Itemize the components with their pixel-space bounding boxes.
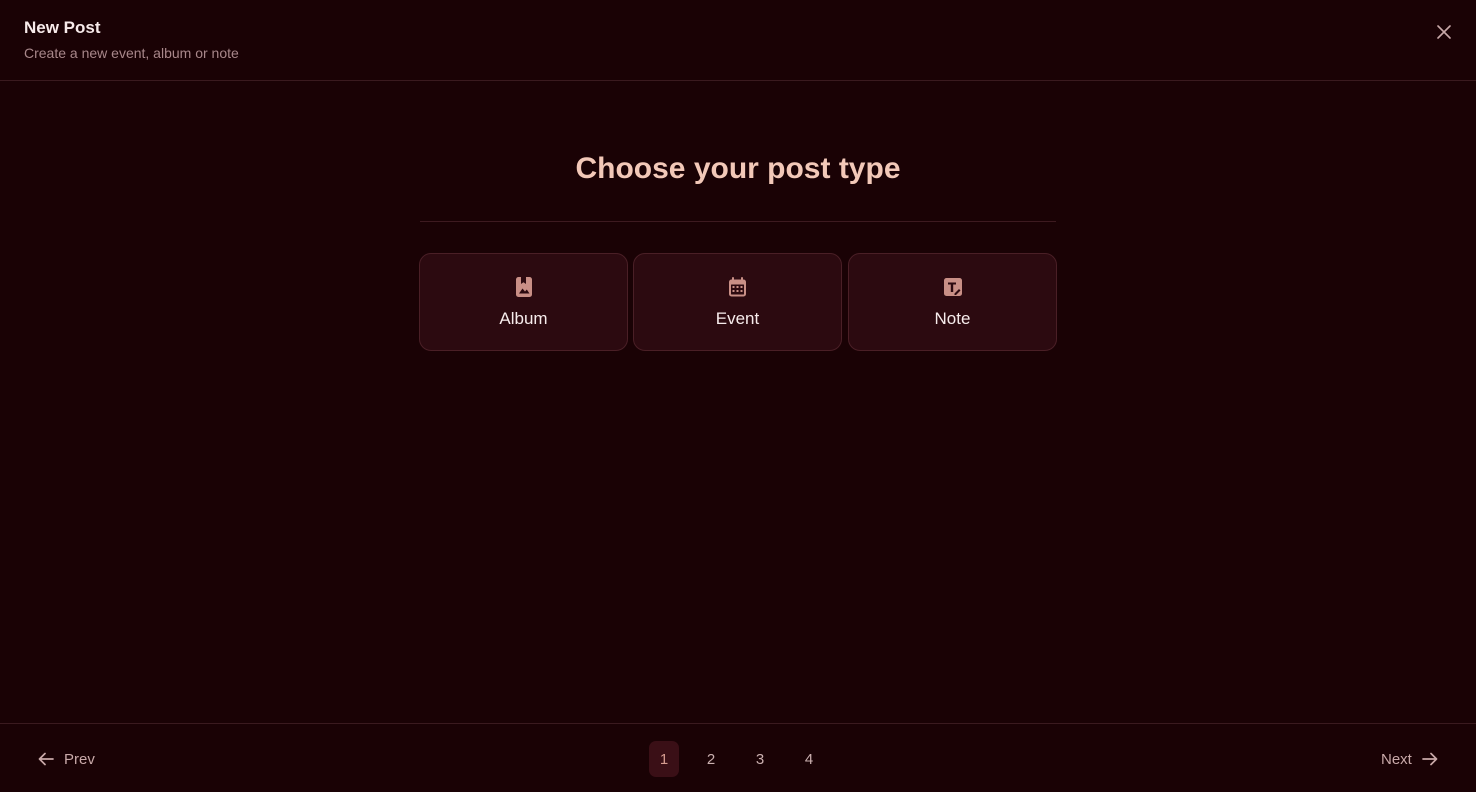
note-type-card[interactable]: Note [848,253,1057,351]
note-type-label: Note [934,309,971,328]
next-button[interactable]: Next [1381,748,1438,770]
heading-divider [420,221,1056,222]
close-button[interactable] [1432,20,1456,44]
next-label: Next [1381,750,1412,768]
prev-label: Prev [64,750,95,768]
page-1-button[interactable]: 1 [649,741,679,777]
event-type-label: Event [715,309,760,328]
dialog-footer: Prev 1 2 3 4 Next [0,723,1476,792]
event-type-card[interactable]: Event [633,253,842,351]
dialog-header: New Post Create a new event, album or no… [0,0,1476,81]
dialog-title: New Post [24,18,101,37]
album-type-card[interactable]: Album [419,253,628,351]
calendar-icon [634,276,841,298]
page-heading: Choose your post type [575,152,901,185]
prev-button[interactable]: Prev [38,748,95,770]
arrow-right-icon [1421,752,1438,766]
close-icon [1437,25,1451,39]
album-type-label: Album [499,309,548,328]
album-bookmark-icon [420,276,627,298]
page-3-button[interactable]: 3 [745,741,775,777]
arrow-left-icon [38,752,54,766]
dialog-subtitle: Create a new event, album or note [24,45,239,61]
page-2-button[interactable]: 2 [696,741,726,777]
note-edit-icon [849,276,1056,298]
page-4-button[interactable]: 4 [794,741,824,777]
